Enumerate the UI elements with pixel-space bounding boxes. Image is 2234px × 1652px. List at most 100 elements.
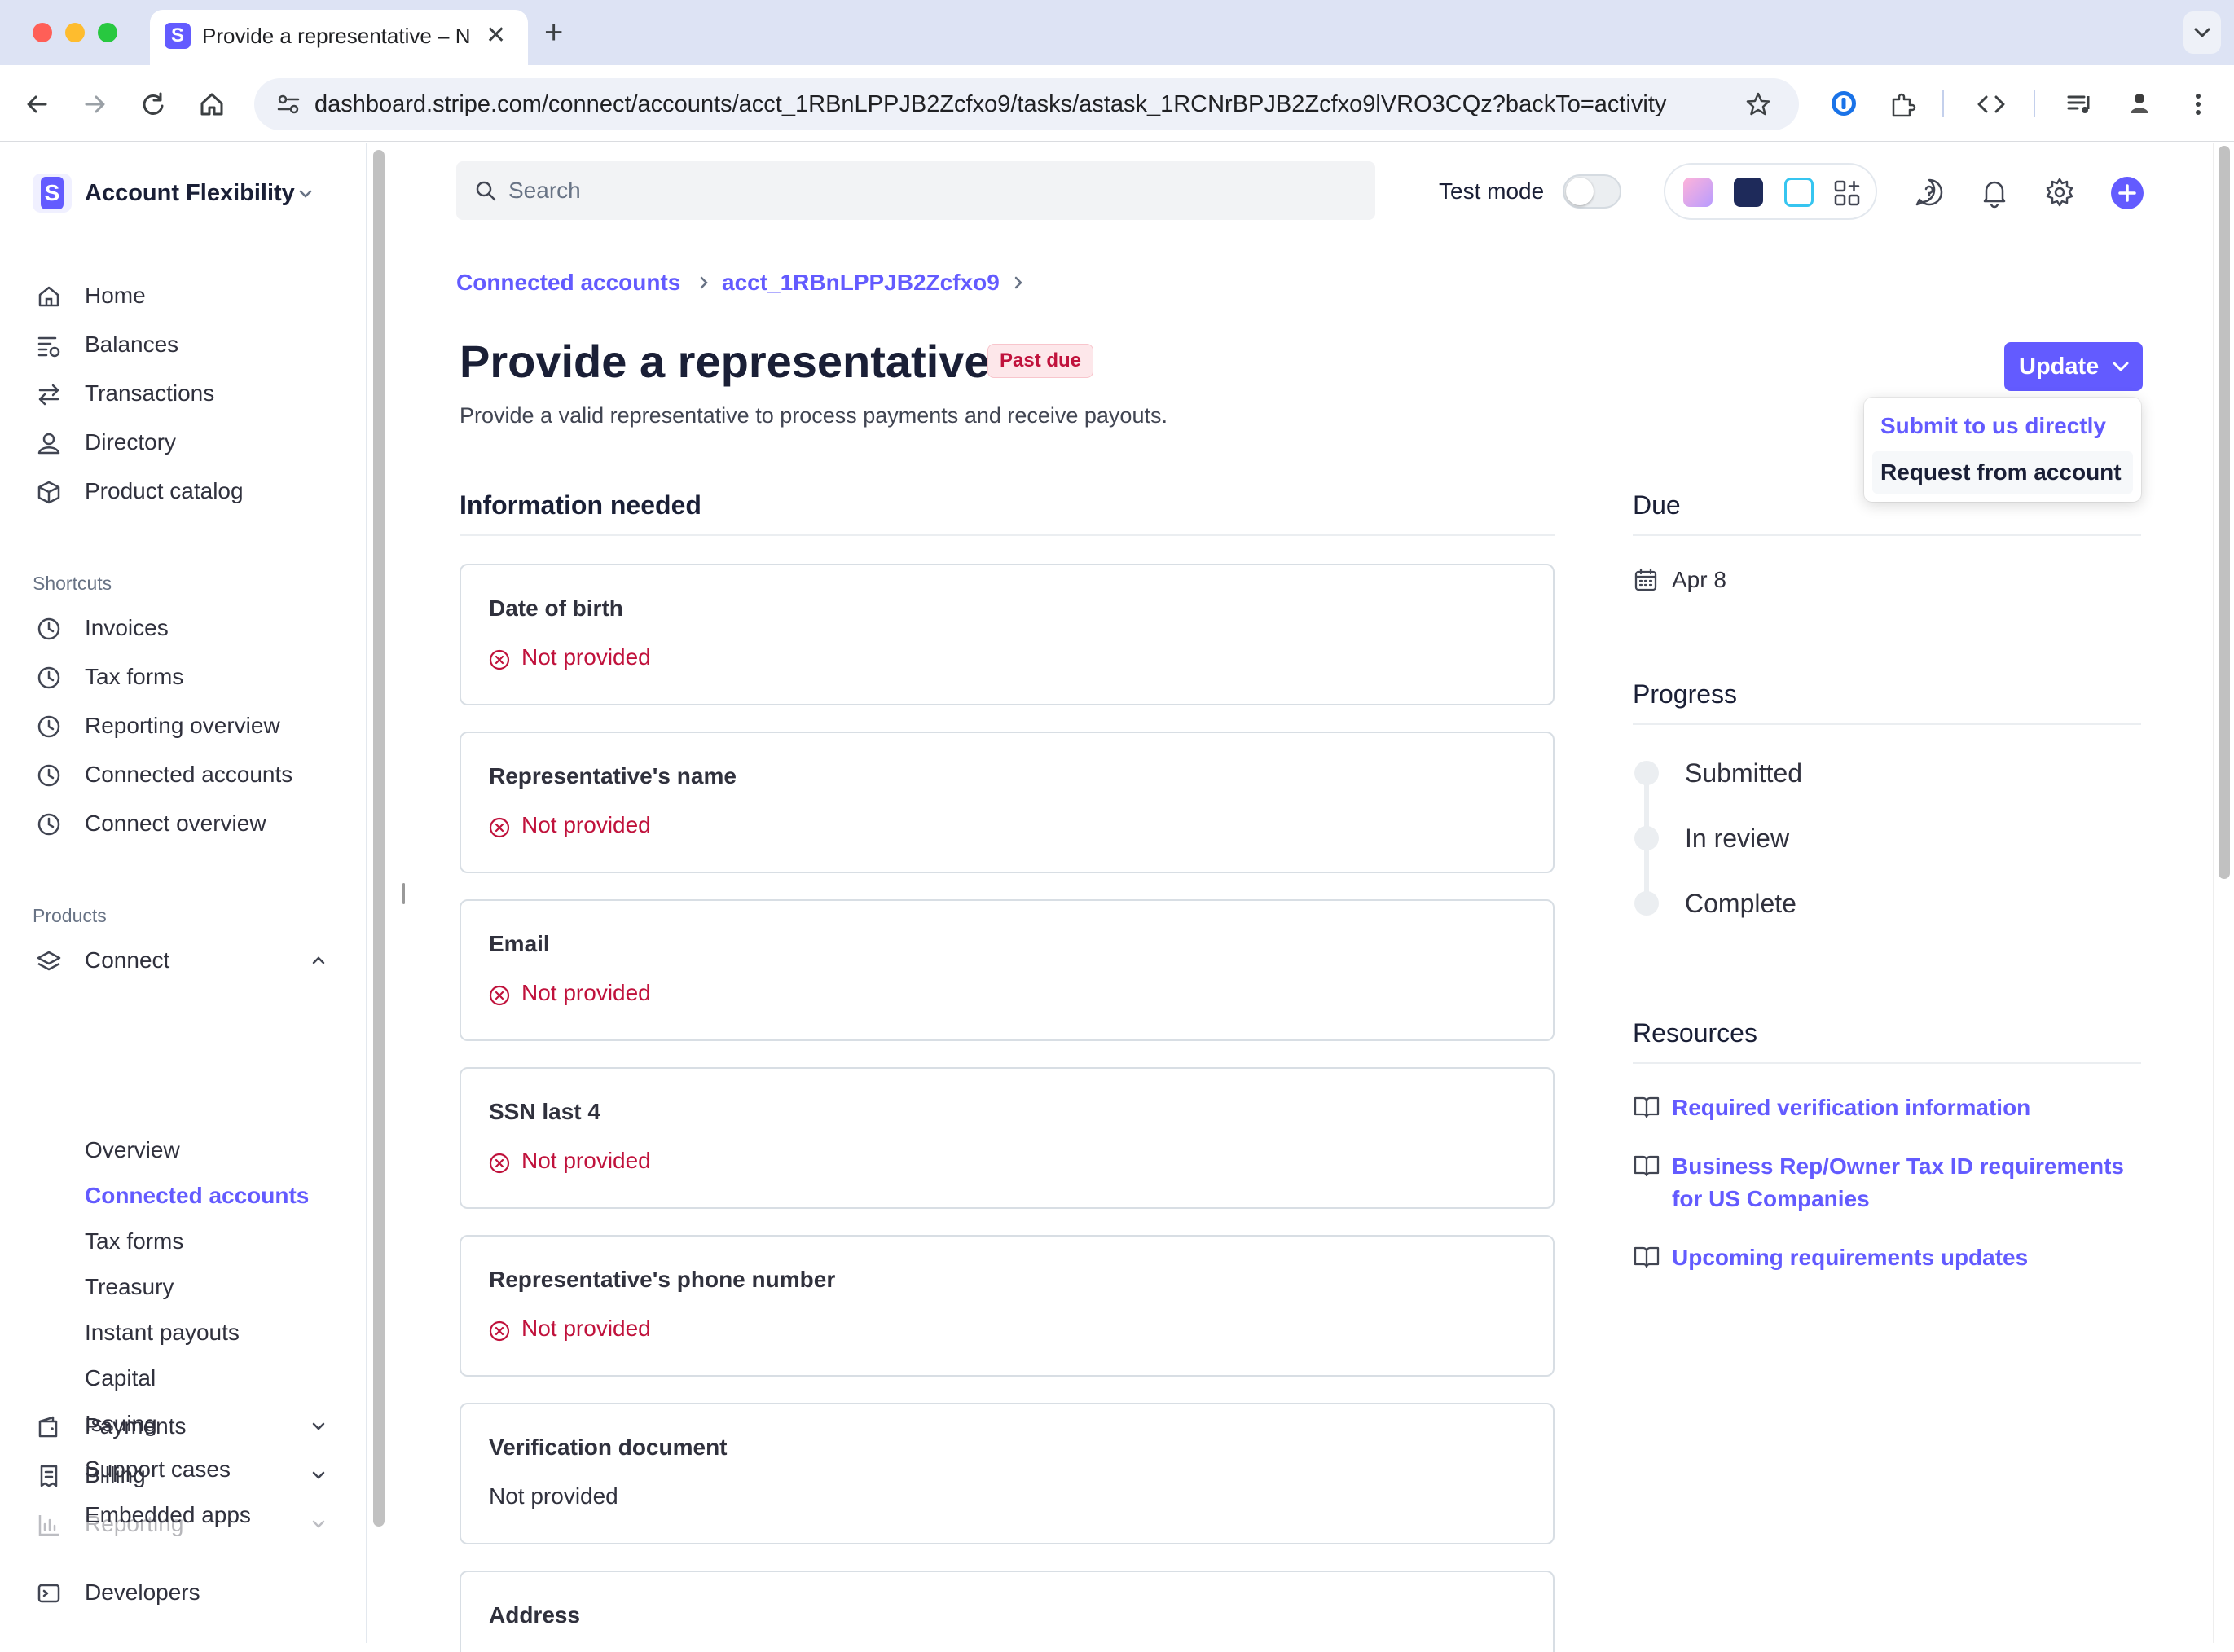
info-card-address[interactable]: Address (460, 1571, 1555, 1652)
bookmark-star-icon[interactable] (1744, 90, 1773, 119)
error-x-circle-icon (489, 1320, 510, 1342)
shortcut-tax-forms[interactable]: Tax forms (33, 657, 334, 696)
address-bar[interactable]: dashboard.stripe.com/connect/accounts/ac… (254, 78, 1799, 130)
back-arrow-icon[interactable] (23, 90, 52, 119)
sidebar-sub-instant-payouts[interactable]: Instant payouts (85, 1318, 240, 1347)
create-plus-icon[interactable] (2110, 176, 2144, 210)
shortcut-invoices[interactable]: Invoices (33, 609, 334, 648)
toolbar-divider (1942, 90, 1944, 117)
app-blue-icon[interactable] (1784, 178, 1814, 207)
sidebar-sub-overview[interactable]: Overview (85, 1136, 180, 1165)
chevron-up-icon (312, 956, 325, 964)
sidebar-scrollbar-thumb[interactable] (373, 150, 385, 1527)
search-input[interactable]: Search (456, 161, 1375, 220)
status-text: Not provided (521, 1316, 651, 1341)
maximize-window-button[interactable] (98, 23, 117, 42)
menu-item-submit-directly[interactable]: Submit to us directly (1880, 411, 2106, 442)
info-card-date-of-birth[interactable]: Date of birth Not provided (460, 564, 1555, 705)
sidebar-item-reporting[interactable]: Reporting (33, 1505, 334, 1544)
sidebar-item-label: Home (85, 283, 146, 308)
app-cl-icon[interactable] (1683, 178, 1713, 207)
password-manager-icon[interactable] (1828, 88, 1859, 119)
progress-step-in-review: In review (1685, 824, 1790, 853)
sidebar-item-label: Balances (85, 332, 179, 357)
chevron-down-icon (312, 1471, 325, 1479)
tab-close-icon[interactable]: ✕ (486, 21, 506, 51)
info-card-title: Verification document (489, 1435, 728, 1460)
help-icon[interactable] (1913, 176, 1946, 209)
sidebar-item-connect[interactable]: Connect (33, 941, 334, 980)
sidebar-item-product-catalog[interactable]: Product catalog (33, 472, 334, 511)
sidebar-item-billing[interactable]: Billing (33, 1456, 334, 1495)
toggle-knob (1566, 178, 1594, 205)
minimize-window-button[interactable] (65, 23, 85, 42)
sidebar-sub-connected-accounts[interactable]: Connected accounts (85, 1181, 309, 1210)
resources-heading: Resources (1633, 1018, 1757, 1048)
sidebar-item-home[interactable]: Home (33, 276, 334, 315)
extensions-puzzle-icon[interactable] (1887, 90, 1918, 121)
info-card-phone-number[interactable]: Representative's phone number Not provid… (460, 1235, 1555, 1377)
gear-icon[interactable] (2043, 176, 2076, 209)
close-window-button[interactable] (33, 23, 52, 42)
error-x-circle-icon (489, 985, 510, 1006)
layers-icon (37, 951, 61, 971)
apps-tray (1664, 163, 1877, 220)
browser-menu-icon[interactable] (2183, 90, 2213, 119)
breadcrumb-account-id[interactable]: acct_1RBnLPPJB2Zcfxo9 (722, 267, 1000, 298)
info-card-title: Date of birth (489, 595, 623, 621)
clock-icon (37, 666, 60, 689)
account-switcher[interactable]: S Account Flexibility (33, 170, 375, 216)
reload-icon[interactable] (139, 90, 168, 119)
browser-tab[interactable]: S Provide a representative – Ne ✕ (150, 10, 528, 65)
sidebar-item-label: Connect (85, 947, 170, 973)
resource-link-verification-info[interactable]: Required verification information (1672, 1092, 2030, 1124)
site-settings-icon[interactable] (275, 91, 301, 117)
sidebar-item-payments[interactable]: Payments (33, 1407, 334, 1446)
home-browser-icon[interactable] (197, 90, 226, 119)
resource-link-tax-id-requirements[interactable]: Business Rep/Owner Tax ID requirements f… (1672, 1150, 2153, 1215)
info-card-email[interactable]: Email Not provided (460, 899, 1555, 1041)
status-text: Not provided (521, 1148, 651, 1173)
forward-arrow-icon[interactable] (80, 90, 109, 119)
test-mode-toggle[interactable] (1563, 174, 1621, 209)
code-brackets-icon[interactable] (1975, 90, 2008, 119)
new-tab-button[interactable]: + (544, 15, 563, 51)
sidebar-sub-treasury[interactable]: Treasury (85, 1272, 174, 1302)
sidebar-item-balances[interactable]: Balances (33, 325, 334, 364)
sidebar-item-directory[interactable]: Directory (33, 423, 334, 462)
sidebar-scrollbar[interactable] (372, 145, 386, 1530)
sidebar-sub-capital[interactable]: Capital (85, 1364, 156, 1393)
info-card-ssn-last-4[interactable]: SSN last 4 Not provided (460, 1067, 1555, 1209)
info-card-verification-document[interactable]: Verification document Not provided (460, 1403, 1555, 1544)
bar-chart-icon (38, 1515, 59, 1536)
resource-link-upcoming-updates[interactable]: Upcoming requirements updates (1672, 1241, 2028, 1274)
sidebar-item-label: Connected accounts (85, 762, 293, 787)
breadcrumb-connected-accounts[interactable]: Connected accounts (456, 267, 680, 298)
sidebar-item-label: Reporting overview (85, 713, 280, 738)
update-button[interactable]: Update (2004, 342, 2143, 391)
profile-avatar-icon[interactable] (2123, 86, 2156, 119)
sidebar-item-transactions[interactable]: Transactions (33, 374, 334, 413)
chevron-right-icon (700, 276, 708, 289)
bell-icon[interactable] (1978, 176, 2011, 209)
app-grid-icon[interactable] (1832, 178, 1862, 209)
page-subtitle: Provide a valid representative to proces… (460, 403, 1168, 428)
sidebar-item-label: Payments (85, 1413, 187, 1439)
media-playlist-icon[interactable] (2065, 90, 2095, 119)
sidebar-sub-tax-forms[interactable]: Tax forms (85, 1227, 183, 1256)
shortcut-connected-accounts[interactable]: Connected accounts (33, 755, 334, 794)
shortcut-reporting-overview[interactable]: Reporting overview (33, 706, 334, 745)
shortcut-connect-overview[interactable]: Connect overview (33, 804, 334, 843)
clock-icon (37, 715, 60, 738)
main-scrollbar-thumb[interactable] (2219, 146, 2230, 879)
main-scrollbar[interactable] (2213, 143, 2234, 1643)
divider (460, 534, 1555, 536)
sidebar-resize-handle[interactable] (402, 883, 405, 904)
tab-search-button[interactable] (2183, 11, 2221, 54)
info-card-representative-name[interactable]: Representative's name Not provided (460, 732, 1555, 873)
book-icon (1634, 1096, 1660, 1118)
app-dark-icon[interactable] (1734, 178, 1763, 207)
menu-item-request-from-account[interactable]: Request from account (1872, 451, 2133, 494)
chevron-right-icon (1014, 276, 1022, 289)
sidebar-item-developers[interactable]: Developers (33, 1573, 334, 1612)
